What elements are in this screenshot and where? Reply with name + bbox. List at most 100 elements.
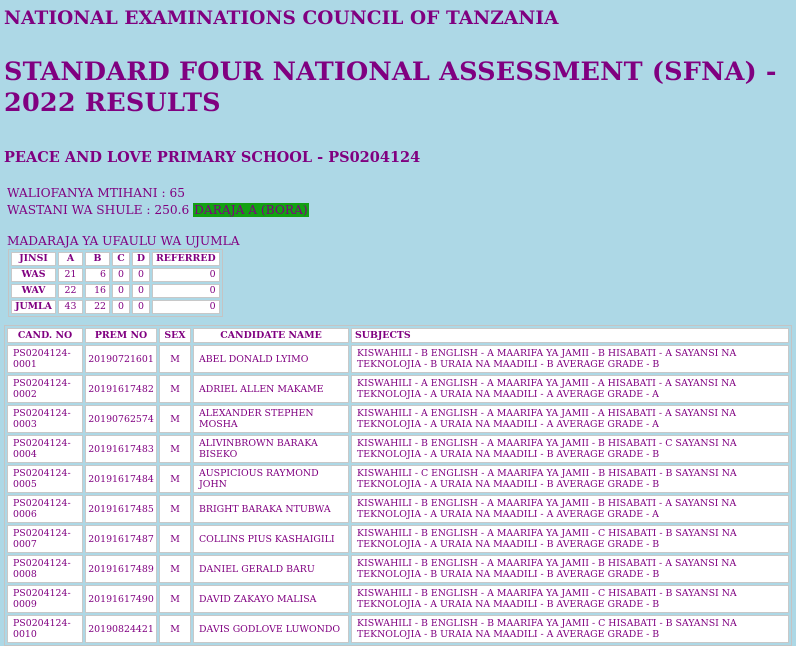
table-row: PS0204124-0001 20190721601 M ABEL DONALD LY…: [7, 345, 789, 373]
header-sex: SEX: [159, 328, 191, 343]
table-row: PS0204124-0006 20191617485 M BRIGHT BARAKA …: [7, 495, 789, 523]
sex-cell: M: [159, 555, 191, 583]
grades-caption: MADARAJA YA UFAULU WA UJUMLA: [7, 234, 240, 248]
candidate-name-cell: DAVID ZAKAYO MALISA: [193, 585, 349, 613]
sex-cell: M: [159, 345, 191, 373]
header-prem-no: PREM NO: [85, 328, 157, 343]
header-candidate-name: CANDIDATE NAME: [193, 328, 349, 343]
cand-no-cell: PS0204124-0003: [7, 405, 83, 433]
sex-cell: M: [159, 405, 191, 433]
cand-no-cell: PS0204124-0001: [7, 345, 83, 373]
candidate-name-cell: DANIEL GERALD BARU: [193, 555, 349, 583]
grades-table: JINSI A B C D REFERRED WAS 21 6 0 0 0 WA…: [8, 249, 223, 317]
table-row: PS0204124-0002 20191617482 M ADRIEL ALLEN M…: [7, 375, 789, 403]
grades-header-cell: REFERRED: [152, 252, 220, 266]
grades-cell: 0: [112, 268, 130, 282]
cand-no-cell: PS0204124-0005: [7, 465, 83, 493]
grades-row: WAS 21 6 0 0 0: [11, 268, 220, 282]
grades-cell: 21: [58, 268, 83, 282]
grades-row-label: JUMLA: [11, 300, 56, 314]
grades-header-cell: D: [132, 252, 150, 266]
sex-cell: M: [159, 615, 191, 643]
table-row: PS0204124-0008 20191617489 M DANIEL GERALD …: [7, 555, 789, 583]
prem-no-cell: 20191617482: [85, 375, 157, 403]
subjects-cell: KISWAHILI - C ENGLISH - A MAARIFA YA JAM…: [351, 465, 789, 493]
cand-no-cell: PS0204124-0006: [7, 495, 83, 523]
prem-no-cell: 20191617490: [85, 585, 157, 613]
subjects-cell: KISWAHILI - B ENGLISH - A MAARIFA YA JAM…: [351, 555, 789, 583]
table-row: PS0204124-0004 20191617483 M ALIVINBROWN BA…: [7, 435, 789, 463]
results-table: CAND. NO PREM NO SEX CANDIDATE NAME SUBJ…: [4, 325, 792, 646]
subjects-cell: KISWAHILI - A ENGLISH - A MAARIFA YA JAM…: [351, 405, 789, 433]
grades-cell: 0: [152, 268, 220, 282]
school-average-line: WASTANI WA SHULE : 250.6 DARAJA A (BORA): [7, 202, 792, 219]
results-body: PS0204124-0001 20190721601 M ABEL DONALD LY…: [7, 345, 789, 643]
cand-no-cell: PS0204124-0010: [7, 615, 83, 643]
subjects-cell: KISWAHILI - B ENGLISH - A MAARIFA YA JAM…: [351, 435, 789, 463]
prem-no-cell: 20191617489: [85, 555, 157, 583]
cand-no-cell: PS0204124-0002: [7, 375, 83, 403]
prem-no-cell: 20191617485: [85, 495, 157, 523]
prem-no-cell: 20190721601: [85, 345, 157, 373]
sex-cell: M: [159, 525, 191, 553]
grades-row: JUMLA 43 22 0 0 0: [11, 300, 220, 314]
grades-header-cell: A: [58, 252, 83, 266]
grades-row-label: WAV: [11, 284, 56, 298]
header-subjects: SUBJECTS: [351, 328, 789, 343]
prem-no-cell: 20191617483: [85, 435, 157, 463]
grades-cell: 22: [58, 284, 83, 298]
table-row: PS0204124-0007 20191617487 M COLLINS PIUS K…: [7, 525, 789, 553]
grades-cell: 0: [112, 300, 130, 314]
sex-cell: M: [159, 465, 191, 493]
candidate-name-cell: AUSPICIOUS RAYMOND JOHN: [193, 465, 349, 493]
prem-no-cell: 20190762574: [85, 405, 157, 433]
grades-cell: 0: [132, 268, 150, 282]
subjects-cell: KISWAHILI - B ENGLISH - A MAARIFA YA JAM…: [351, 495, 789, 523]
subjects-cell: KISWAHILI - B ENGLISH - A MAARIFA YA JAM…: [351, 525, 789, 553]
prem-no-cell: 20191617484: [85, 465, 157, 493]
subjects-cell: KISWAHILI - B ENGLISH - B MAARIFA YA JAM…: [351, 615, 789, 643]
grades-cell: 0: [112, 284, 130, 298]
grades-cell: 0: [152, 300, 220, 314]
cand-no-cell: PS0204124-0009: [7, 585, 83, 613]
results-title: STANDARD FOUR NATIONAL ASSESSMENT (SFNA)…: [4, 57, 777, 118]
prem-no-cell: 20190824421: [85, 615, 157, 643]
header-cand-no: CAND. NO: [7, 328, 83, 343]
grades-header-row: JINSI A B C D REFERRED: [11, 252, 220, 266]
grades-cell: 6: [85, 268, 110, 282]
grades-cell: 0: [152, 284, 220, 298]
candidate-name-cell: DAVIS GODLOVE LUWONDO: [193, 615, 349, 643]
cand-no-cell: PS0204124-0004: [7, 435, 83, 463]
grades-cell: 0: [132, 300, 150, 314]
school-heading: PEACE AND LOVE PRIMARY SCHOOL - PS020412…: [4, 149, 421, 166]
grades-header-cell: C: [112, 252, 130, 266]
sex-cell: M: [159, 375, 191, 403]
table-row: PS0204124-0003 20190762574 M ALEXANDER STEP…: [7, 405, 789, 433]
division-badge: DARAJA A (BORA): [193, 202, 309, 217]
candidate-name-cell: BRIGHT BARAKA NTUBWA: [193, 495, 349, 523]
school-summary: WALIOFANYA MTIHANI : 65 WASTANI WA SHULE…: [4, 185, 792, 218]
candidate-name-cell: ALIVINBROWN BARAKA BISEKO: [193, 435, 349, 463]
school-average: WASTANI WA SHULE : 250.6: [7, 202, 190, 217]
candidates-count: WALIOFANYA MTIHANI : 65: [7, 186, 185, 200]
grades-row: WAV 22 16 0 0 0: [11, 284, 220, 298]
sex-cell: M: [159, 435, 191, 463]
council-heading: NATIONAL EXAMINATIONS COUNCIL OF TANZANI…: [4, 8, 559, 29]
subjects-cell: KISWAHILI - B ENGLISH - A MAARIFA YA JAM…: [351, 345, 789, 373]
subjects-cell: KISWAHILI - A ENGLISH - A MAARIFA YA JAM…: [351, 375, 789, 403]
candidate-name-cell: ABEL DONALD LYIMO: [193, 345, 349, 373]
subjects-cell: KISWAHILI - B ENGLISH - A MAARIFA YA JAM…: [351, 585, 789, 613]
cand-no-cell: PS0204124-0008: [7, 555, 83, 583]
candidate-name-cell: ADRIEL ALLEN MAKAME: [193, 375, 349, 403]
grades-cell: 0: [132, 284, 150, 298]
grades-cell: 22: [85, 300, 110, 314]
table-row: PS0204124-0010 20190824421 M DAVIS GODLOVE …: [7, 615, 789, 643]
candidate-name-cell: ALEXANDER STEPHEN MOSHA: [193, 405, 349, 433]
grades-header-cell: JINSI: [11, 252, 56, 266]
sex-cell: M: [159, 585, 191, 613]
table-row: PS0204124-0009 20191617490 M DAVID ZAKAYO M…: [7, 585, 789, 613]
prem-no-cell: 20191617487: [85, 525, 157, 553]
cand-no-cell: PS0204124-0007: [7, 525, 83, 553]
grades-row-label: WAS: [11, 268, 56, 282]
candidate-name-cell: COLLINS PIUS KASHAIGILI: [193, 525, 349, 553]
